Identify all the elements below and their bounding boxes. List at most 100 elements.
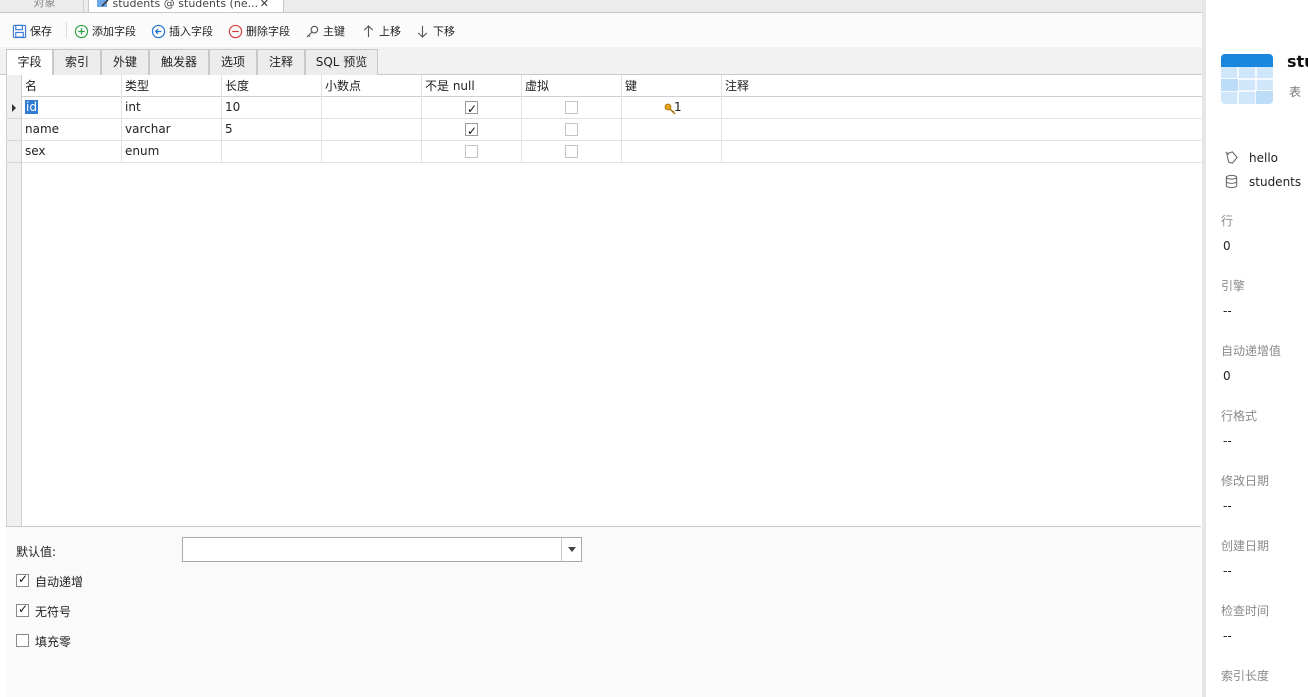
- cell-type[interactable]: varchar: [122, 119, 222, 141]
- tab-triggers[interactable]: 触发器: [149, 49, 209, 75]
- cell-length[interactable]: 10: [222, 97, 322, 119]
- info-label-engine: 引擎: [1221, 279, 1246, 293]
- cell-comment[interactable]: [722, 141, 1202, 163]
- unsigned-checkbox[interactable]: [16, 602, 29, 617]
- tab-sql-preview[interactable]: SQL 预览: [305, 49, 378, 75]
- document-tab-bar: 对象 students @ students (ne... ✕: [0, 0, 1202, 13]
- default-value-input[interactable]: [183, 538, 561, 561]
- info-value-check-time: --: [1223, 629, 1232, 643]
- tab-foreign-keys-label: 外键: [112, 55, 137, 69]
- column-header-name[interactable]: 名: [22, 75, 122, 97]
- save-label: 保存: [30, 25, 52, 38]
- cell-type[interactable]: enum: [122, 141, 222, 163]
- cell-decimal[interactable]: [322, 141, 422, 163]
- move-up-button[interactable]: 上移: [361, 21, 401, 41]
- move-up-label: 上移: [379, 25, 401, 38]
- info-label-index-length: 索引长度: [1221, 669, 1270, 683]
- insert-field-button[interactable]: 插入字段: [151, 21, 213, 41]
- zerofill-checkbox[interactable]: [16, 634, 29, 647]
- tab-options[interactable]: 选项: [209, 49, 257, 75]
- column-header-length[interactable]: 长度: [222, 75, 322, 97]
- cell-name[interactable]: id: [22, 97, 122, 119]
- table-row[interactable]: id int 10 1: [7, 97, 1202, 119]
- virtual-checkbox[interactable]: [565, 101, 578, 114]
- arrow-up-icon: [363, 24, 374, 37]
- delete-field-label: 删除字段: [246, 25, 290, 38]
- cell-key[interactable]: 1: [622, 97, 722, 119]
- info-value-engine: --: [1223, 304, 1232, 318]
- row-header[interactable]: [7, 119, 22, 141]
- row-header[interactable]: [7, 97, 22, 119]
- cell-virtual[interactable]: [522, 141, 622, 163]
- cell-key[interactable]: [622, 141, 722, 163]
- column-header-virtual[interactable]: 虚拟: [522, 75, 622, 97]
- not-null-checkbox[interactable]: [465, 121, 478, 140]
- key-order-text: 1: [674, 100, 682, 114]
- fields-grid: 名 类型 长度 小数点 不是 null 虚拟 键 注释 id int 10 1: [6, 75, 1202, 526]
- insert-icon: [151, 24, 166, 38]
- cell-not-null[interactable]: [422, 141, 522, 163]
- cell-length[interactable]: 5: [222, 119, 322, 141]
- cell-decimal[interactable]: [322, 119, 422, 141]
- cell-name[interactable]: name: [22, 119, 122, 141]
- column-header-comment[interactable]: 注释: [722, 75, 1202, 97]
- not-null-checkbox[interactable]: [465, 99, 478, 118]
- cell-comment[interactable]: [722, 97, 1202, 119]
- table-row[interactable]: sex enum: [7, 141, 1202, 163]
- cell-virtual[interactable]: [522, 119, 622, 141]
- cell-length[interactable]: [222, 141, 322, 163]
- not-null-checkbox[interactable]: [465, 145, 478, 158]
- default-value-combobox[interactable]: [182, 537, 582, 562]
- delete-icon: [228, 24, 243, 38]
- cell-comment[interactable]: [722, 119, 1202, 141]
- cell-not-null[interactable]: [422, 97, 522, 119]
- tab-foreign-keys[interactable]: 外键: [101, 49, 149, 75]
- table-row[interactable]: name varchar 5: [7, 119, 1202, 141]
- column-header-key[interactable]: 键: [622, 75, 722, 97]
- grid-header: 名 类型 长度 小数点 不是 null 虚拟 键 注释: [22, 75, 1202, 97]
- info-label-modified: 修改日期: [1221, 474, 1270, 488]
- cell-virtual[interactable]: [522, 97, 622, 119]
- delete-field-button[interactable]: 删除字段: [228, 21, 290, 41]
- row-header[interactable]: [7, 141, 22, 163]
- tab-fields-label: 字段: [17, 55, 42, 69]
- primary-key-button[interactable]: 主键: [305, 21, 345, 41]
- info-value-modified: --: [1223, 499, 1232, 513]
- info-label-rows: 行: [1221, 214, 1234, 228]
- tab-indexes-label: 索引: [64, 55, 89, 69]
- save-button[interactable]: 保存: [12, 21, 52, 41]
- cell-name[interactable]: sex: [22, 141, 122, 163]
- virtual-checkbox[interactable]: [565, 145, 578, 158]
- dropdown-arrow-icon[interactable]: [561, 538, 581, 561]
- tab-fields[interactable]: 字段: [6, 49, 53, 76]
- connection-ref[interactable]: hello: [1224, 150, 1278, 165]
- toolbar: 保存 添加字段 插入字段 删除字段 主键 上移 下移: [0, 13, 1202, 47]
- cell-not-null[interactable]: [422, 119, 522, 141]
- info-label-check-time: 检查时间: [1221, 604, 1270, 618]
- tab-objects[interactable]: 对象: [6, 0, 84, 12]
- virtual-checkbox[interactable]: [565, 123, 578, 136]
- tab-students-table[interactable]: students @ students (ne... ✕: [88, 0, 284, 12]
- tab-comment-label: 注释: [268, 55, 293, 69]
- key-icon: [306, 25, 319, 38]
- insert-field-label: 插入字段: [169, 25, 213, 38]
- column-header-decimal[interactable]: 小数点: [322, 75, 422, 97]
- close-icon[interactable]: ✕: [260, 0, 269, 11]
- tab-comment[interactable]: 注释: [257, 49, 305, 75]
- tab-options-label: 选项: [220, 55, 245, 69]
- auto-increment-checkbox[interactable]: [16, 572, 29, 587]
- tab-indexes[interactable]: 索引: [53, 49, 101, 75]
- info-label-auto-increment: 自动递增值: [1221, 344, 1282, 358]
- field-properties-panel: 默认值: 自动递增 无符号 填充零: [6, 526, 1201, 697]
- database-ref[interactable]: students: [1224, 174, 1301, 189]
- unsigned-label: 无符号: [35, 605, 72, 619]
- column-header-type[interactable]: 类型: [122, 75, 222, 97]
- move-down-button[interactable]: 下移: [415, 21, 455, 41]
- column-header-not-null[interactable]: 不是 null: [422, 75, 522, 97]
- cell-key[interactable]: [622, 119, 722, 141]
- cell-type[interactable]: int: [122, 97, 222, 119]
- info-value-row-format: --: [1223, 434, 1232, 448]
- cell-decimal[interactable]: [322, 97, 422, 119]
- add-field-button[interactable]: 添加字段: [74, 21, 136, 41]
- toolbar-divider: [66, 22, 67, 38]
